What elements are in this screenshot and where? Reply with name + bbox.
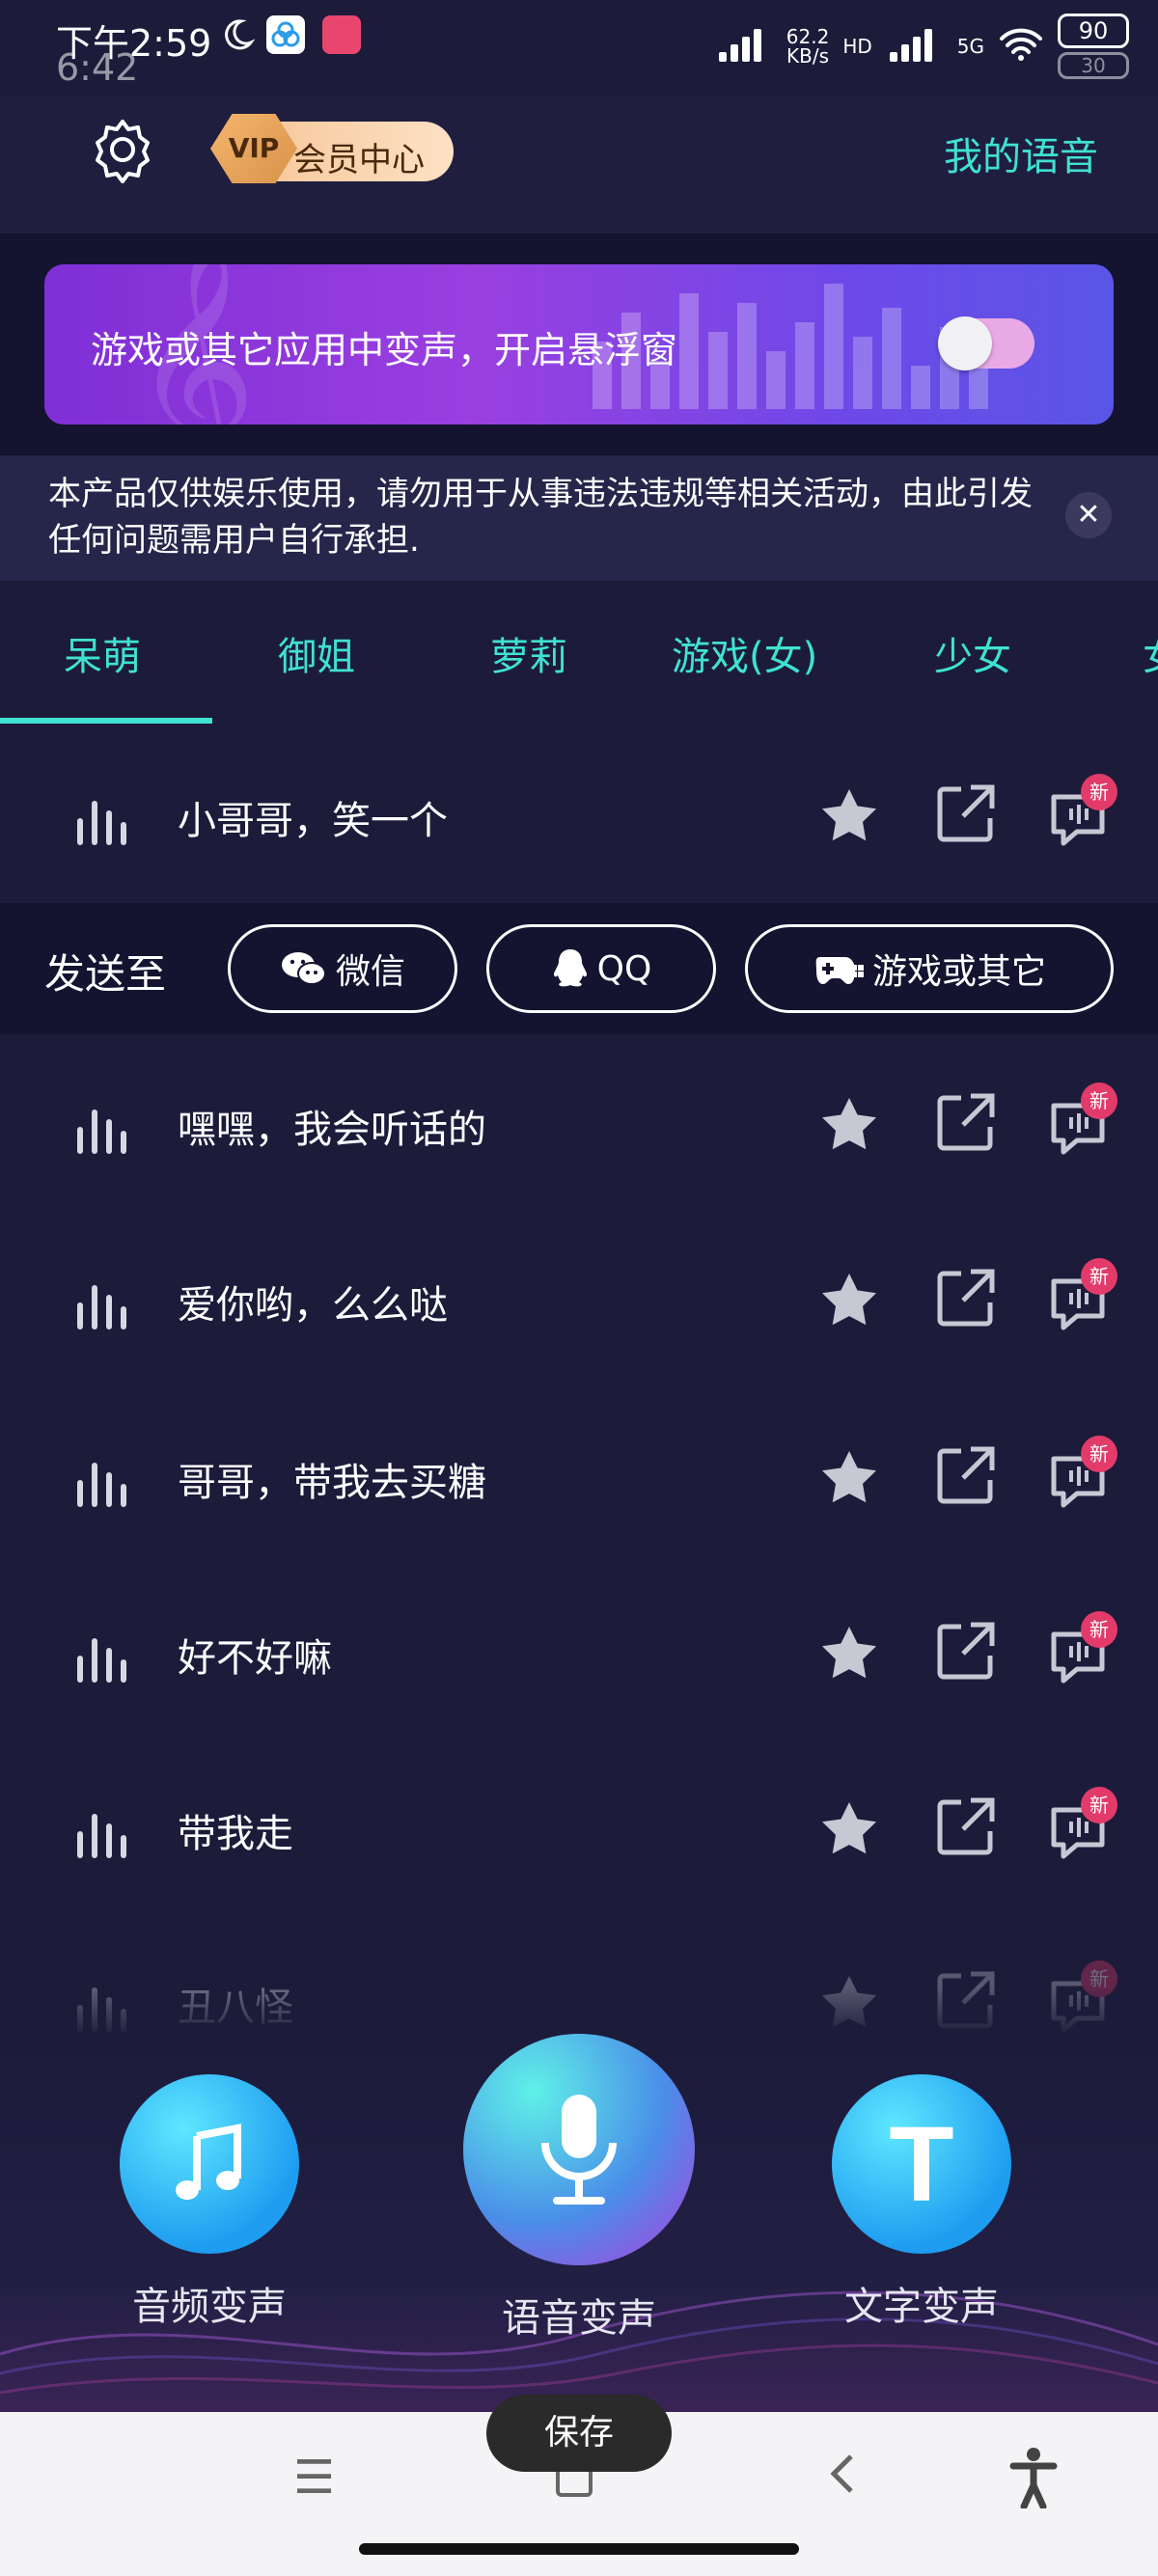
music-note-icon	[120, 2074, 299, 2254]
battery-indicator-secondary: 30	[1058, 52, 1129, 79]
voice-title: 嘿嘿，我会听话的	[178, 1108, 486, 1152]
microphone-icon	[463, 2034, 695, 2265]
favorite-star-icon[interactable]	[818, 1270, 880, 1331]
audio-wave-icon	[77, 1275, 127, 1329]
favorite-star-icon[interactable]	[818, 1447, 880, 1509]
send-to-bar: 发送至 微信 QQ 游戏或其它	[0, 903, 1158, 1034]
share-external-icon[interactable]	[936, 1445, 996, 1505]
vip-center-label: 会员中心	[293, 141, 425, 179]
cloud-app-icon	[266, 15, 305, 54]
voice-row[interactable]: 哥哥，带我去买糖 新	[0, 1391, 1158, 1565]
new-badge: 新	[1081, 1787, 1117, 1823]
voice-change-actions: 音频变声 语音变声 T 文字变声	[0, 1987, 1158, 2412]
disclaimer-notice: 本产品仅供娱乐使用，请勿用于从事违法违规等相关活动，由此引发任何问题需用户自行承…	[0, 455, 1158, 581]
bilibili-app-icon	[322, 15, 361, 54]
share-external-icon[interactable]	[936, 1796, 996, 1856]
battery-indicator: 90	[1058, 14, 1129, 48]
active-tab-indicator	[0, 718, 212, 724]
qq-icon	[553, 949, 587, 987]
voice-row[interactable]: 嘿嘿，我会听话的 新	[0, 1038, 1158, 1212]
voice-row[interactable]: 带我走 新	[0, 1742, 1158, 1916]
tab-daimeng[interactable]: 呆萌	[64, 625, 141, 681]
vip-center-button[interactable]: VIP 会员中心	[210, 110, 454, 187]
back-chevron-icon[interactable]	[824, 2451, 859, 2508]
favorite-star-icon[interactable]	[818, 1094, 880, 1156]
voice-title: 带我走	[178, 1812, 293, 1856]
voice-row[interactable]: 好不好嘛 新	[0, 1567, 1158, 1740]
gamepad-icon	[815, 957, 864, 984]
wechat-icon	[281, 952, 326, 985]
share-external-icon[interactable]	[936, 783, 996, 843]
app-header: VIP 会员中心 我的语音	[0, 96, 1158, 233]
voice-title: 哥哥，带我去买糖	[178, 1461, 486, 1505]
toggle-knob	[938, 316, 992, 370]
text-t-icon: T	[832, 2074, 1011, 2254]
wifi-icon	[998, 25, 1044, 68]
audio-wave-icon	[77, 1804, 127, 1858]
menu-icon[interactable]: ☰	[293, 2451, 335, 2505]
network-speed: 62.2 KB/s	[786, 25, 830, 68]
floating-window-section: 𝄞 游戏或其它应用中变声，开启悬浮窗	[0, 233, 1158, 455]
text-change-label: 文字变声	[844, 2285, 999, 2329]
new-badge: 新	[1081, 1436, 1117, 1472]
my-voice-link[interactable]: 我的语音	[944, 125, 1098, 181]
voice-change-button[interactable]: 语音变声	[454, 2034, 704, 2343]
voice-row[interactable]: 爱你哟，么么哒 新	[0, 1214, 1158, 1387]
wechat-label: 微信	[335, 952, 405, 992]
status-time-secondary: 6:42	[56, 46, 139, 89]
favorite-star-icon[interactable]	[818, 1798, 880, 1860]
audio-wave-icon	[77, 1453, 127, 1507]
text-change-button[interactable]: T 文字变声	[820, 2074, 1023, 2331]
favorite-star-icon[interactable]	[818, 785, 880, 847]
game-label: 游戏或其它	[871, 952, 1046, 992]
voice-row[interactable]: 小哥哥，笑一个 新	[0, 729, 1158, 903]
moon-icon	[220, 17, 256, 52]
send-to-label: 发送至	[44, 950, 167, 998]
tab-yujie[interactable]: 御姐	[278, 625, 355, 681]
voice-title: 小哥哥，笑一个	[178, 799, 448, 843]
floating-window-toggle[interactable]	[938, 316, 1034, 370]
audio-wave-icon	[77, 1629, 127, 1683]
new-badge: 新	[1081, 774, 1117, 810]
disclaimer-text: 本产品仅供娱乐使用，请勿用于从事违法违规等相关活动，由此引发任何问题需用户自行承…	[48, 475, 1033, 560]
send-wechat-button[interactable]: 微信	[228, 924, 457, 1013]
floating-window-text: 游戏或其它应用中变声，开启悬浮窗	[91, 329, 678, 371]
share-external-icon[interactable]	[936, 1621, 996, 1681]
share-external-icon[interactable]	[936, 1268, 996, 1328]
signal-type: 5G	[956, 35, 984, 58]
voice-title: 好不好嘛	[178, 1636, 332, 1681]
new-badge: 新	[1081, 1611, 1117, 1648]
audio-wave-icon	[77, 1100, 127, 1154]
hd-badge: HD	[842, 35, 872, 58]
tab-shaonv[interactable]: 少女	[934, 625, 1011, 681]
floating-window-banner[interactable]: 𝄞 游戏或其它应用中变声，开启悬浮窗	[44, 264, 1114, 425]
tab-more[interactable]: 女	[1143, 625, 1158, 681]
signal-5g-icon	[886, 27, 944, 66]
favorite-star-icon[interactable]	[818, 1623, 880, 1685]
save-toast: 保存	[486, 2395, 672, 2472]
audio-change-button[interactable]: 音频变声	[108, 2074, 311, 2331]
category-tabs: 呆萌 御姐 萝莉 游戏(女) 少女 女	[0, 581, 1158, 726]
voice-title: 爱你哟，么么哒	[178, 1283, 448, 1328]
qq-label: QQ	[596, 948, 652, 989]
tab-game-female[interactable]: 游戏(女)	[672, 625, 817, 681]
send-game-button[interactable]: 游戏或其它	[745, 924, 1114, 1013]
status-indicators: 62.2 KB/s HD 5G 90 30	[715, 14, 1129, 79]
send-qq-button[interactable]: QQ	[486, 924, 716, 1013]
close-icon[interactable]: ✕	[1065, 492, 1112, 538]
new-badge: 新	[1081, 1258, 1117, 1295]
accessibility-icon[interactable]	[1009, 2447, 1058, 2520]
settings-gear-icon[interactable]	[89, 116, 156, 183]
tab-luoli[interactable]: 萝莉	[490, 625, 567, 681]
home-indicator[interactable]	[359, 2543, 799, 2555]
voice-change-label: 语音变声	[502, 2296, 656, 2341]
share-external-icon[interactable]	[936, 1092, 996, 1152]
audio-wave-icon	[77, 791, 127, 845]
status-bar: 下午2:59 6:42 62.2 KB/s HD 5G 90 30	[0, 0, 1158, 96]
audio-change-label: 音频变声	[132, 2285, 287, 2329]
signal-icon	[715, 27, 773, 66]
new-badge: 新	[1081, 1082, 1117, 1119]
